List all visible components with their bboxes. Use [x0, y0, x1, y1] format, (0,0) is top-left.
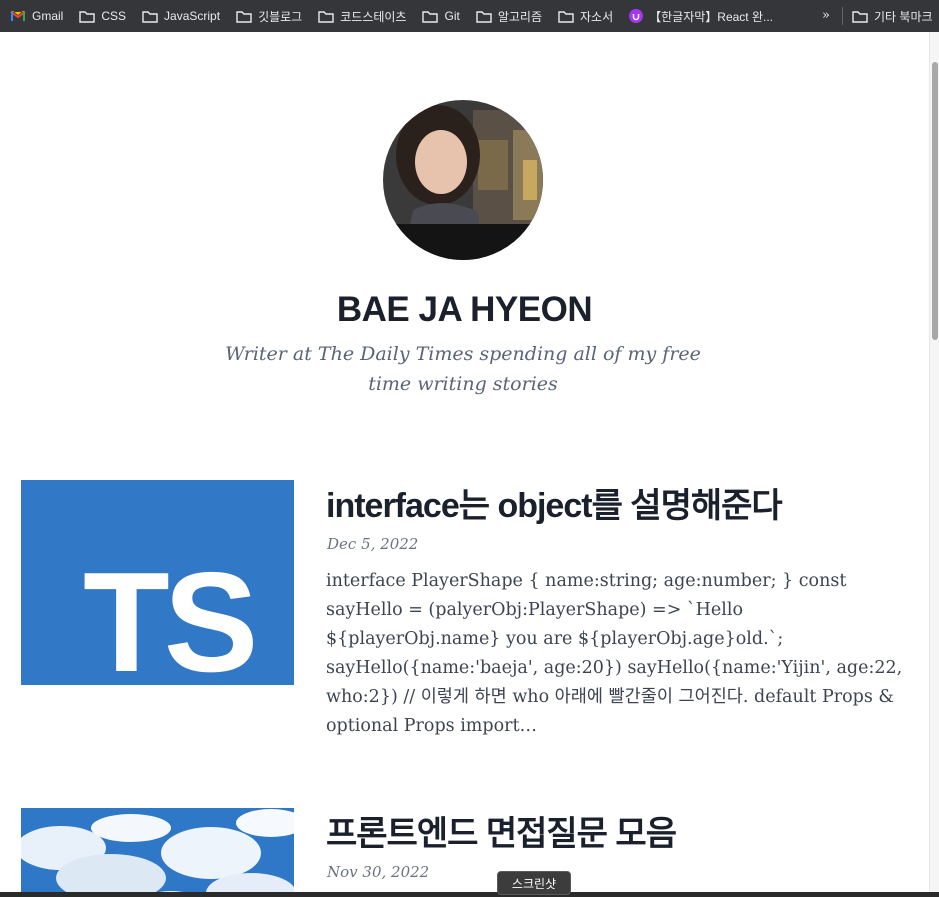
window-bottom-edge: [0, 892, 939, 897]
bookmark-folder-algorithm[interactable]: 알고리즘: [476, 8, 542, 25]
scrollbar-thumb[interactable]: [932, 62, 938, 340]
bookmarks-bar: Gmail CSS JavaScript 깃블로그 코드스테이츠 Git 알고리…: [0, 0, 939, 32]
profile-name: BAE JA HYEON: [336, 290, 593, 329]
folder-icon: [318, 10, 334, 23]
typescript-logo-text: TS: [83, 543, 258, 686]
bookmark-folder-gitblog[interactable]: 깃블로그: [236, 8, 302, 25]
post-thumbnail-sky[interactable]: [21, 808, 294, 897]
folder-icon: [142, 10, 158, 23]
bookmark-label: 깃블로그: [258, 9, 303, 24]
bookmark-label: CSS: [101, 9, 127, 23]
bookmark-label: 【한글자막】React 완...: [649, 9, 774, 24]
bookmark-other-folder[interactable]: 기타 북마크: [852, 0, 933, 32]
bookmark-label: JavaScript: [164, 9, 221, 23]
bookmark-label: 알고리즘: [497, 9, 542, 24]
bookmark-folder-javascript[interactable]: JavaScript: [142, 9, 220, 23]
bookmark-folder-resume[interactable]: 자소서: [558, 8, 613, 25]
bookmark-folder-git[interactable]: Git: [422, 9, 460, 23]
folder-icon: [476, 10, 492, 23]
post-title[interactable]: 프론트엔드 면접질문 모음: [326, 806, 677, 855]
bookmark-react-course[interactable]: 【한글자막】React 완...: [629, 8, 773, 25]
post-date: Nov 30, 2022: [327, 863, 430, 881]
folder-icon: [422, 10, 439, 23]
bookmarks-overflow-button[interactable]: »: [822, 8, 830, 23]
gmail-icon: [10, 10, 26, 22]
bookmark-label: 코드스테이츠: [340, 9, 407, 24]
avatar: [383, 100, 543, 260]
folder-icon: [852, 10, 868, 23]
udemy-icon: [629, 9, 644, 23]
bookmark-label: Git: [444, 9, 460, 23]
bookmark-gmail[interactable]: Gmail: [10, 9, 63, 23]
bookmark-label: 기타 북마크: [874, 9, 933, 24]
blog-page: BAE JA HYEON Writer at The Daily Times s…: [0, 32, 929, 897]
bookmarks-divider: [842, 7, 843, 25]
bookmark-label: 자소서: [580, 9, 614, 24]
post-title[interactable]: interface는 object를 설명해준다: [326, 478, 783, 527]
folder-icon: [558, 10, 574, 23]
post-date: Dec 5, 2022: [327, 535, 419, 553]
post-thumbnail-typescript[interactable]: TS: [21, 480, 294, 685]
bookmark-folder-css[interactable]: CSS: [79, 9, 126, 23]
post-excerpt: interface PlayerShape { name:string; age…: [326, 571, 903, 736]
profile-bio: Writer at The Daily Times spending all o…: [225, 343, 701, 395]
folder-icon: [236, 10, 252, 23]
bookmark-folder-codestates[interactable]: 코드스테이츠: [318, 8, 406, 25]
screenshot-tooltip: 스크린샷: [497, 871, 571, 895]
bookmark-label: Gmail: [32, 9, 64, 23]
folder-icon: [79, 10, 96, 23]
